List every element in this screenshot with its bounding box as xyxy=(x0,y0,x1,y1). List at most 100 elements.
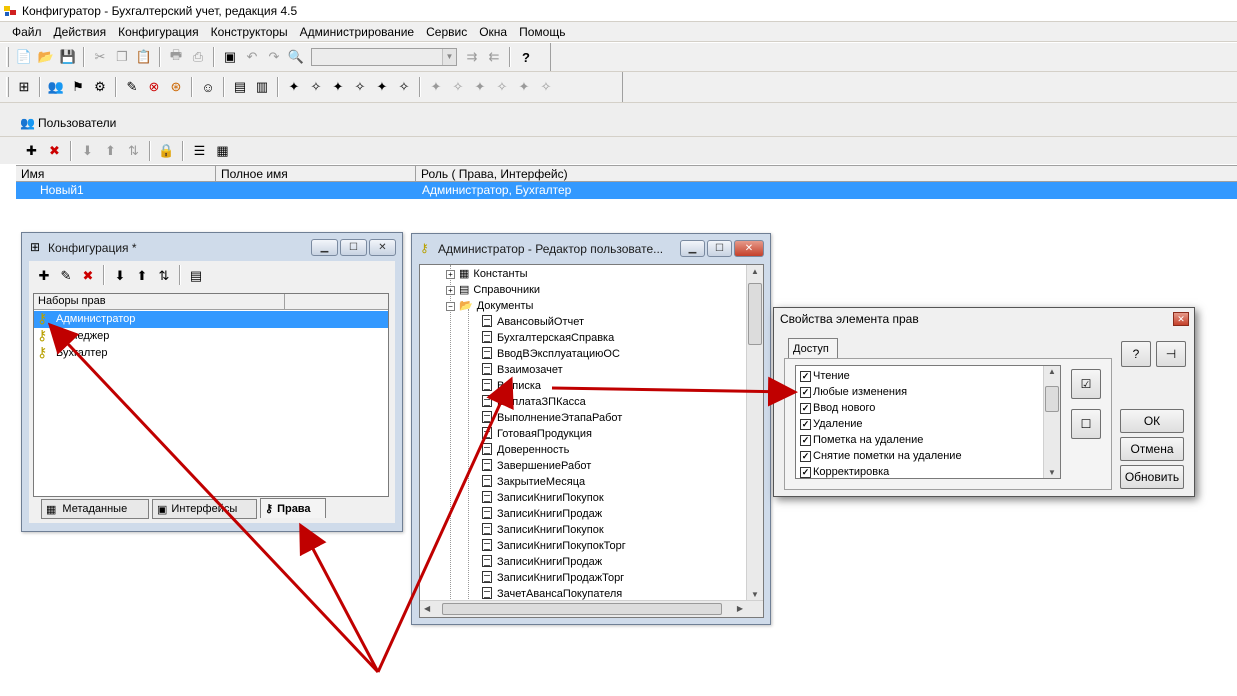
right-checkbox-row[interactable]: ✓ Снятие пометки на удаление xyxy=(800,448,962,464)
wizard11-icon[interactable]: ✦ xyxy=(513,76,535,98)
column-header-rights-sets[interactable]: Наборы прав xyxy=(38,295,106,307)
checkbox[interactable]: ✓ xyxy=(800,402,811,414)
checkbox[interactable]: ✓ xyxy=(800,418,811,430)
menu-windows[interactable]: Окна xyxy=(473,25,513,39)
tree-document-item[interactable]: ВыплатаЗПКасса xyxy=(482,395,586,408)
checkbox[interactable]: ✓ xyxy=(800,386,811,398)
tree-document-item[interactable]: ВводВЭксплуатациюОС xyxy=(482,347,620,360)
wizard4-icon[interactable]: ✧ xyxy=(349,76,371,98)
wizard1-icon[interactable]: ✦ xyxy=(283,76,305,98)
move-down-icon[interactable]: ⬇ xyxy=(76,140,99,162)
help-button[interactable]: ? xyxy=(1121,341,1151,367)
checkbox[interactable]: ✓ xyxy=(800,370,811,382)
form-icon[interactable]: ▤ xyxy=(229,76,251,98)
refresh-button[interactable]: Обновить xyxy=(1120,465,1184,489)
cancel-button[interactable]: Отмена xyxy=(1120,437,1184,461)
tree-document-item[interactable]: АвансовыйОтчет xyxy=(482,315,584,328)
uncheck-all-button[interactable]: ☐ xyxy=(1071,409,1101,439)
config-tree-icon[interactable]: ⊞ xyxy=(13,76,35,98)
users-icon[interactable]: 👥 xyxy=(45,76,67,98)
maximize-button[interactable]: ☐ xyxy=(340,239,367,256)
right-checkbox-row[interactable]: ✓ Ввод нового xyxy=(800,400,875,416)
redo-icon[interactable]: ↷ xyxy=(263,46,285,68)
rights-icon[interactable]: ⚑ xyxy=(67,76,89,98)
wizard10-icon[interactable]: ✧ xyxy=(491,76,513,98)
copy-icon[interactable]: ❐ xyxy=(111,46,133,68)
move-up-icon[interactable]: ⬆ xyxy=(131,265,153,287)
column-header-name[interactable]: Имя xyxy=(16,166,216,182)
tree-document-item[interactable]: БухгалтерскаяСправка xyxy=(482,331,614,344)
right-checkbox-row[interactable]: ✓ Чтение xyxy=(800,368,850,384)
menu-administration[interactable]: Администрирование xyxy=(294,25,420,39)
tree-document-item[interactable]: ЗавершениеРабот xyxy=(482,459,591,472)
check-icon[interactable]: ⊛ xyxy=(165,76,187,98)
checkbox[interactable]: ✓ xyxy=(800,434,811,446)
column-header-role[interactable]: Роль ( Права, Интерфейс) xyxy=(416,166,1237,182)
find-next-icon[interactable]: ⇉ xyxy=(461,46,483,68)
print-preview-icon[interactable]: ⎙ xyxy=(187,46,209,68)
tree-document-item[interactable]: ЗачетАвансаПокупателя xyxy=(482,587,622,600)
tree-document-item[interactable]: Взаимозачет xyxy=(482,363,563,376)
form2-icon[interactable]: ▥ xyxy=(251,76,273,98)
wizard7-icon[interactable]: ✦ xyxy=(425,76,447,98)
delete-user-icon[interactable]: ✖ xyxy=(43,140,66,162)
minimize-button[interactable]: ▁ xyxy=(311,239,338,256)
sort-icon[interactable]: ⇅ xyxy=(122,140,145,162)
tree-document-item[interactable]: ЗаписиКнигиПродажТорг xyxy=(482,571,624,584)
column-header-fullname[interactable]: Полное имя xyxy=(216,166,416,182)
tree-document-item[interactable]: Выписка xyxy=(482,379,541,392)
list-item[interactable]: ⚷ Менеджер xyxy=(34,327,388,345)
collapse-icon[interactable]: − xyxy=(446,302,455,311)
right-checkbox-row[interactable]: ✓ Корректировка xyxy=(800,464,889,480)
debug-icon[interactable]: ✎ xyxy=(121,76,143,98)
table-row[interactable]: Новый1 Администратор, Бухгалтер xyxy=(16,182,1237,199)
interfaces-icon[interactable]: ⚙ xyxy=(89,76,111,98)
tree-folder-item[interactable]: + ▦ Константы xyxy=(446,267,528,280)
tree-document-item[interactable]: ЗаписиКнигиПродаж xyxy=(482,507,602,520)
minimize-button[interactable]: ▁ xyxy=(680,240,705,257)
wizard8-icon[interactable]: ✧ xyxy=(447,76,469,98)
maximize-button[interactable]: ☐ xyxy=(707,240,732,257)
right-checkbox-row[interactable]: ✓ Любые изменения xyxy=(800,384,907,400)
tree-document-item[interactable]: ВыполнениеЭтапаРабот xyxy=(482,411,622,424)
tab-metadata[interactable]: ▦ Метаданные xyxy=(41,499,149,519)
menu-constructors[interactable]: Конструкторы xyxy=(205,25,294,39)
tab-rights[interactable]: ⚷ Права xyxy=(260,498,326,518)
menu-file[interactable]: Файл xyxy=(6,25,48,39)
search-combo[interactable]: ▼ xyxy=(311,48,457,66)
delete-right-icon[interactable]: ✖ xyxy=(77,265,99,287)
wizard2-icon[interactable]: ✧ xyxy=(305,76,327,98)
wizard3-icon[interactable]: ✦ xyxy=(327,76,349,98)
new-right-icon[interactable]: ✚ xyxy=(33,265,55,287)
add-user-icon[interactable]: ✚ xyxy=(20,140,43,162)
menu-actions[interactable]: Действия xyxy=(48,25,113,39)
close-button[interactable]: ✕ xyxy=(369,239,396,256)
help-icon[interactable]: ? xyxy=(515,46,537,68)
sort-icon[interactable]: ⇅ xyxy=(153,265,175,287)
find-prev-icon[interactable]: ⇇ xyxy=(483,46,505,68)
tree-folder-item[interactable]: + ▤ Справочники xyxy=(446,283,540,296)
list-item[interactable]: ⚷ Администратор xyxy=(34,310,388,328)
wizard12-icon[interactable]: ✧ xyxy=(535,76,557,98)
list-item[interactable]: ⚷ Бухгалтер xyxy=(34,344,388,362)
table-view-icon[interactable]: ▦ xyxy=(211,140,234,162)
menu-configuration[interactable]: Конфигурация xyxy=(112,25,205,39)
tree-hscroll[interactable]: ◀ ▶ xyxy=(420,600,763,617)
checkbox[interactable]: ✓ xyxy=(800,450,811,462)
close-button[interactable]: ✕ xyxy=(1173,312,1189,326)
ok-button[interactable]: ОК xyxy=(1120,409,1184,433)
checkbox[interactable]: ✓ xyxy=(800,466,811,478)
tree-document-item[interactable]: ЗаписиКнигиПокупок xyxy=(482,491,604,504)
tree-document-item[interactable]: ЗакрытиеМесяца xyxy=(482,475,585,488)
tree-document-item[interactable]: ГотоваяПродукция xyxy=(482,427,592,440)
tree-document-item[interactable]: Доверенность xyxy=(482,443,569,456)
wizard5-icon[interactable]: ✦ xyxy=(371,76,393,98)
find-icon[interactable]: 🔍 xyxy=(285,46,307,68)
list-view-icon[interactable]: ☰ xyxy=(188,140,211,162)
wizard9-icon[interactable]: ✦ xyxy=(469,76,491,98)
expand-icon[interactable]: + xyxy=(446,286,455,295)
tree-vscroll[interactable]: ▲ ▼ xyxy=(746,265,763,601)
menu-service[interactable]: Сервис xyxy=(420,25,473,39)
menu-help[interactable]: Помощь xyxy=(513,25,571,39)
lock-icon[interactable]: 🔒 xyxy=(155,140,178,162)
